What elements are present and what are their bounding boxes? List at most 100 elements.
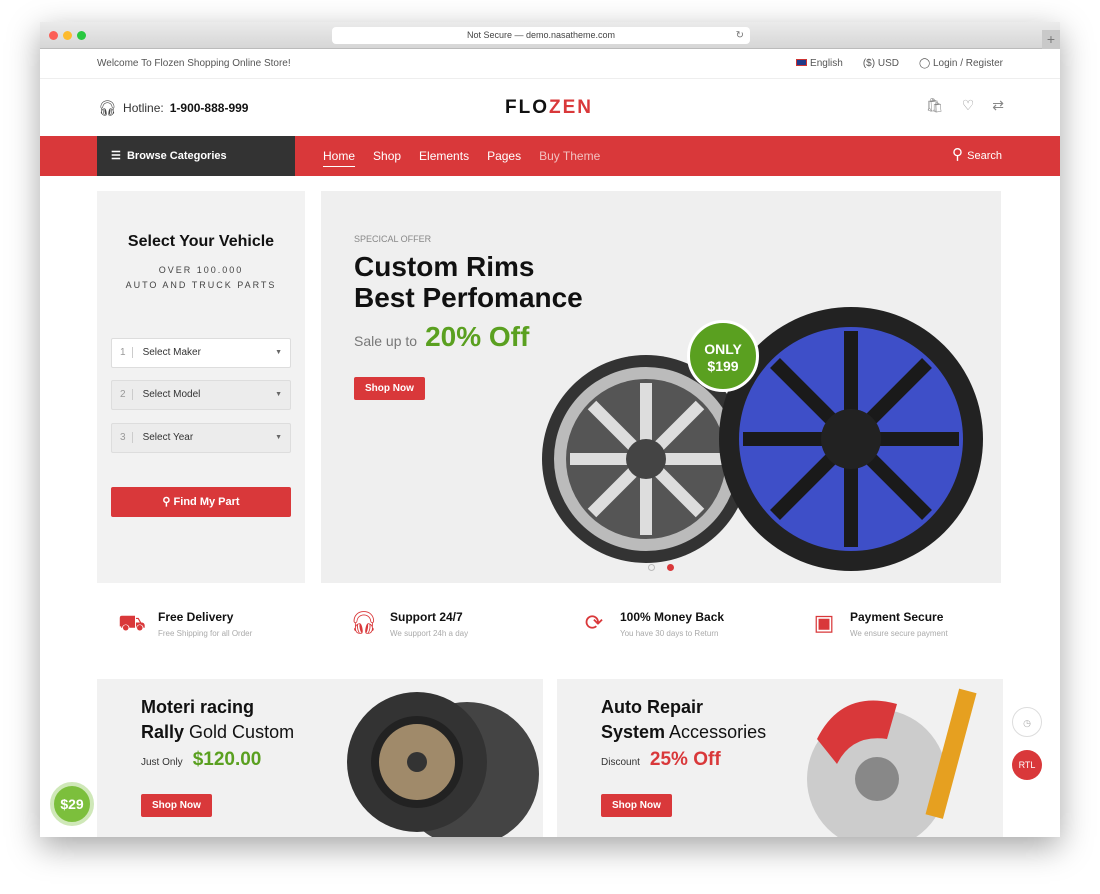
hotline: 🎧︎ Hotline: 1-900-888-999 <box>98 99 248 117</box>
vehicle-sub1: OVER 100.000 <box>158 265 244 275</box>
payment-icon: ▣ <box>813 610 835 635</box>
banner-line2-bold: Rally <box>141 722 185 742</box>
history-icon[interactable]: ◷ <box>1012 707 1042 737</box>
search-button[interactable]: ⚲ Search <box>952 136 1002 175</box>
feature-sub: We ensure secure payment <box>850 629 948 638</box>
feature-delivery: ⛟ Free Delivery Free Shipping for all Orde… <box>116 610 252 638</box>
select-number: 1 <box>120 347 133 358</box>
feature-money-back: ⟳ 100% Money Back You have 30 days to Retu… <box>578 610 724 638</box>
price-label: Just Only <box>141 757 183 768</box>
headset-icon: 🎧︎ <box>350 610 378 635</box>
banner-line2-bold: System <box>601 722 666 742</box>
language-select[interactable]: English <box>796 58 843 69</box>
hero-slider: SPECICAL OFFER Custom Rims Best Perfomanc… <box>321 191 1001 583</box>
find-label: Find My Part <box>173 496 240 508</box>
select-number: 2 <box>120 389 133 400</box>
slide-sale: Sale up to 20% Off <box>354 321 529 353</box>
feature-sub: You have 30 days to Return <box>620 629 719 638</box>
banner-price: Just Only $120.00 <box>141 749 261 771</box>
login-link[interactable]: ◯ Login / Register <box>919 58 1003 69</box>
logo-part-2: ZEN <box>549 97 593 118</box>
search-icon: ⚲ <box>162 496 174 508</box>
nav-pages[interactable]: Pages <box>487 136 521 176</box>
feature-title: Support 24/7 <box>390 610 463 624</box>
refresh-icon: ⟳ <box>584 610 604 635</box>
shop-now-button[interactable]: Shop Now <box>141 794 212 817</box>
browser-window: Not Secure — demo.nasatheme.com ↻ + Welco… <box>40 22 1060 837</box>
headset-icon: 🎧︎ <box>98 100 118 117</box>
top-bar: Welcome To Flozen Shopping Online Store!… <box>40 49 1060 79</box>
sale-value: 20% Off <box>425 321 530 352</box>
banner-racing: Moteri racing Rally Gold Custom Just Only… <box>97 679 543 837</box>
price-label: Discount <box>601 757 640 768</box>
browser-chrome: Not Secure — demo.nasatheme.com ↻ + <box>40 22 1060 49</box>
minimize-dot[interactable] <box>63 31 72 40</box>
address-bar[interactable]: Not Secure — demo.nasatheme.com ↻ <box>332 27 750 44</box>
banner-line1: Auto Repair <box>601 697 704 717</box>
feature-title: Free Delivery <box>158 610 234 624</box>
only-label: ONLY <box>704 341 742 357</box>
banner-line1: Moteri racing <box>141 697 255 717</box>
blue-wheel <box>719 307 983 571</box>
login-label: Login / Register <box>932 58 1003 69</box>
browse-label: Browse Categories <box>126 150 227 162</box>
list-icon: ☰ <box>111 150 127 162</box>
slide-dot-2[interactable] <box>667 564 674 571</box>
new-tab-icon[interactable]: + <box>1042 30 1060 49</box>
currency-select[interactable]: ($) USD <box>863 58 899 69</box>
slide-dot-1[interactable] <box>648 564 655 571</box>
rtl-button[interactable]: RTL <box>1012 750 1042 780</box>
select-maker[interactable]: 1 Select Maker ▼ <box>111 338 291 368</box>
banner-line2: Gold Custom <box>184 722 295 742</box>
vehicle-selector: Select Your Vehicle OVER 100.000 AUTO AND… <box>97 191 305 583</box>
feature-title: Payment Secure <box>850 610 944 624</box>
uk-flag-icon <box>796 59 808 66</box>
compare-icon[interactable]: ⇄ <box>992 97 1004 114</box>
hotline-label: Hotline: <box>123 101 164 115</box>
price-badge: ONLY $199 <box>687 320 759 392</box>
hotline-number: 1-900-888-999 <box>169 101 249 115</box>
banner-price: Discount 25% Off <box>601 749 721 771</box>
nav-buy-theme[interactable]: Buy Theme <box>539 136 600 176</box>
vehicle-sub2: AUTO AND TRUCK PARTS <box>125 280 277 290</box>
feature-sub: Free Shipping for all Order <box>158 629 253 638</box>
nav-home[interactable]: Home <box>323 136 355 176</box>
find-my-part-button[interactable]: ⚲ Find My Part <box>111 487 291 517</box>
feature-sub: We support 24h a day <box>390 629 469 638</box>
caret-down-icon: ▼ <box>275 349 282 356</box>
maximize-dot[interactable] <box>77 31 86 40</box>
banner-title: Moteri racing Rally Gold Custom <box>141 695 294 745</box>
vehicle-title: Select Your Vehicle <box>127 233 275 250</box>
search-label: Search <box>967 150 1002 162</box>
banner-title: Auto Repair System Accessories <box>601 695 766 745</box>
price-badge-floating[interactable]: $29 <box>50 782 94 826</box>
price-value: 25% Off <box>649 749 721 770</box>
logo[interactable]: FLOZEN <box>505 97 593 119</box>
shop-now-button[interactable]: Shop Now <box>601 794 672 817</box>
feature-payment: ▣ Payment Secure We ensure secure payment <box>808 610 948 638</box>
feature-support: 🎧︎ Support 24/7 We support 24h a day <box>348 610 468 638</box>
reload-icon[interactable]: ↻ <box>736 27 744 44</box>
wishlist-icon[interactable]: ♡ <box>962 97 975 114</box>
browse-categories-button[interactable]: ☰ Browse Categories <box>97 136 295 176</box>
select-label: Select Year <box>142 432 194 443</box>
select-year[interactable]: 3 Select Year ▼ <box>111 423 291 453</box>
shop-now-button[interactable]: Shop Now <box>354 377 425 400</box>
cart-icon[interactable]: 🛍︎ <box>926 97 944 114</box>
welcome-text: Welcome To Flozen Shopping Online Store! <box>97 58 291 69</box>
header: 🎧︎ Hotline: 1-900-888-999 FLOZEN 🛍︎ ♡ ⇄ <box>40 79 1060 136</box>
logo-part-1: FLO <box>505 97 549 118</box>
caret-down-icon: ▼ <box>275 434 282 441</box>
title-line1: Custom Rims <box>354 251 535 282</box>
only-price: $199 <box>707 358 739 374</box>
feature-title: 100% Money Back <box>620 610 725 624</box>
slide-tag: SPECICAL OFFER <box>354 234 432 244</box>
select-model[interactable]: 2 Select Model ▼ <box>111 380 291 410</box>
url-text: Not Secure — demo.nasatheme.com <box>466 30 616 40</box>
search-icon: ⚲ <box>951 146 968 163</box>
tire-image <box>347 692 539 837</box>
nav-shop[interactable]: Shop <box>373 136 401 176</box>
close-dot[interactable] <box>49 31 58 40</box>
language-label: English <box>810 58 843 69</box>
nav-elements[interactable]: Elements <box>419 136 469 176</box>
